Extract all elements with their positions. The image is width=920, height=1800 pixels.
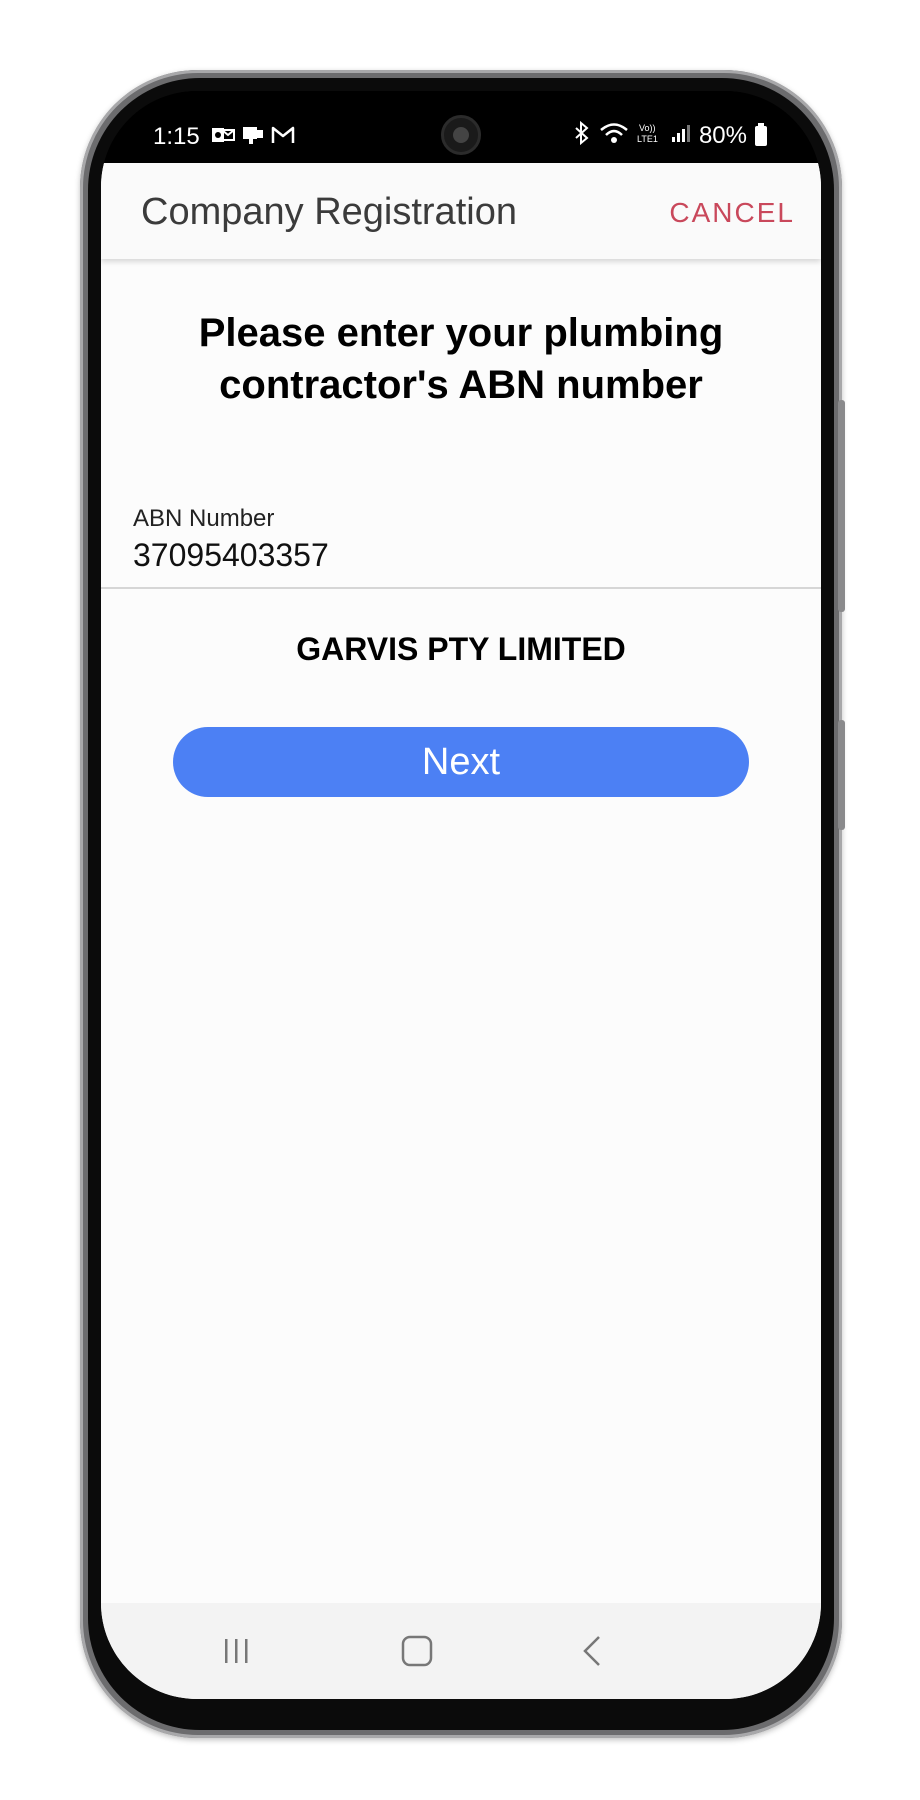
svg-text:Vo)): Vo)) xyxy=(639,123,656,133)
wifi-icon xyxy=(599,121,629,150)
home-icon[interactable] xyxy=(397,1631,437,1671)
power-button xyxy=(838,720,845,830)
status-right-icons: Vo)) LTE1 80% xyxy=(573,120,767,150)
abn-field-underline xyxy=(101,587,821,589)
app-content: Company Registration CANCEL Please enter… xyxy=(101,163,821,1699)
notification-icons xyxy=(211,124,295,146)
navigation-bar xyxy=(101,1603,821,1699)
svg-text:LTE1: LTE1 xyxy=(637,134,658,144)
cancel-button[interactable]: CANCEL xyxy=(669,197,795,229)
back-icon[interactable] xyxy=(573,1631,613,1671)
teams-icon xyxy=(241,124,265,146)
phone-screen: 1:15 Vo)) LTE1 80% Company Registration … xyxy=(101,91,821,1699)
status-bar: 1:15 Vo)) LTE1 80% xyxy=(101,91,821,163)
next-button[interactable]: Next xyxy=(173,727,749,797)
outlook-icon xyxy=(211,124,235,146)
app-bar: Company Registration CANCEL xyxy=(101,163,821,259)
volte-icon: Vo)) LTE1 xyxy=(637,121,663,150)
status-time: 1:15 xyxy=(153,123,200,150)
gmail-icon xyxy=(271,124,295,146)
company-name: GARVIS PTY LIMITED xyxy=(296,631,626,667)
signal-icon xyxy=(671,122,691,149)
abn-field-label: ABN Number xyxy=(133,505,275,532)
instruction-heading: Please enter your plumbing contractor's … xyxy=(101,307,821,411)
bluetooth-icon xyxy=(573,120,591,150)
page-title: Company Registration xyxy=(141,191,517,233)
battery-percentage: 80% xyxy=(698,121,747,149)
abn-field: ABN Number xyxy=(101,505,821,589)
abn-input[interactable] xyxy=(133,537,733,574)
recents-icon[interactable] xyxy=(217,1631,257,1671)
battery-icon xyxy=(755,122,767,146)
instruction-heading-line2: contractor's ABN number xyxy=(219,363,703,407)
front-camera xyxy=(441,115,481,155)
instruction-heading-line1: Please enter your plumbing xyxy=(198,311,724,355)
volume-button xyxy=(838,400,845,612)
